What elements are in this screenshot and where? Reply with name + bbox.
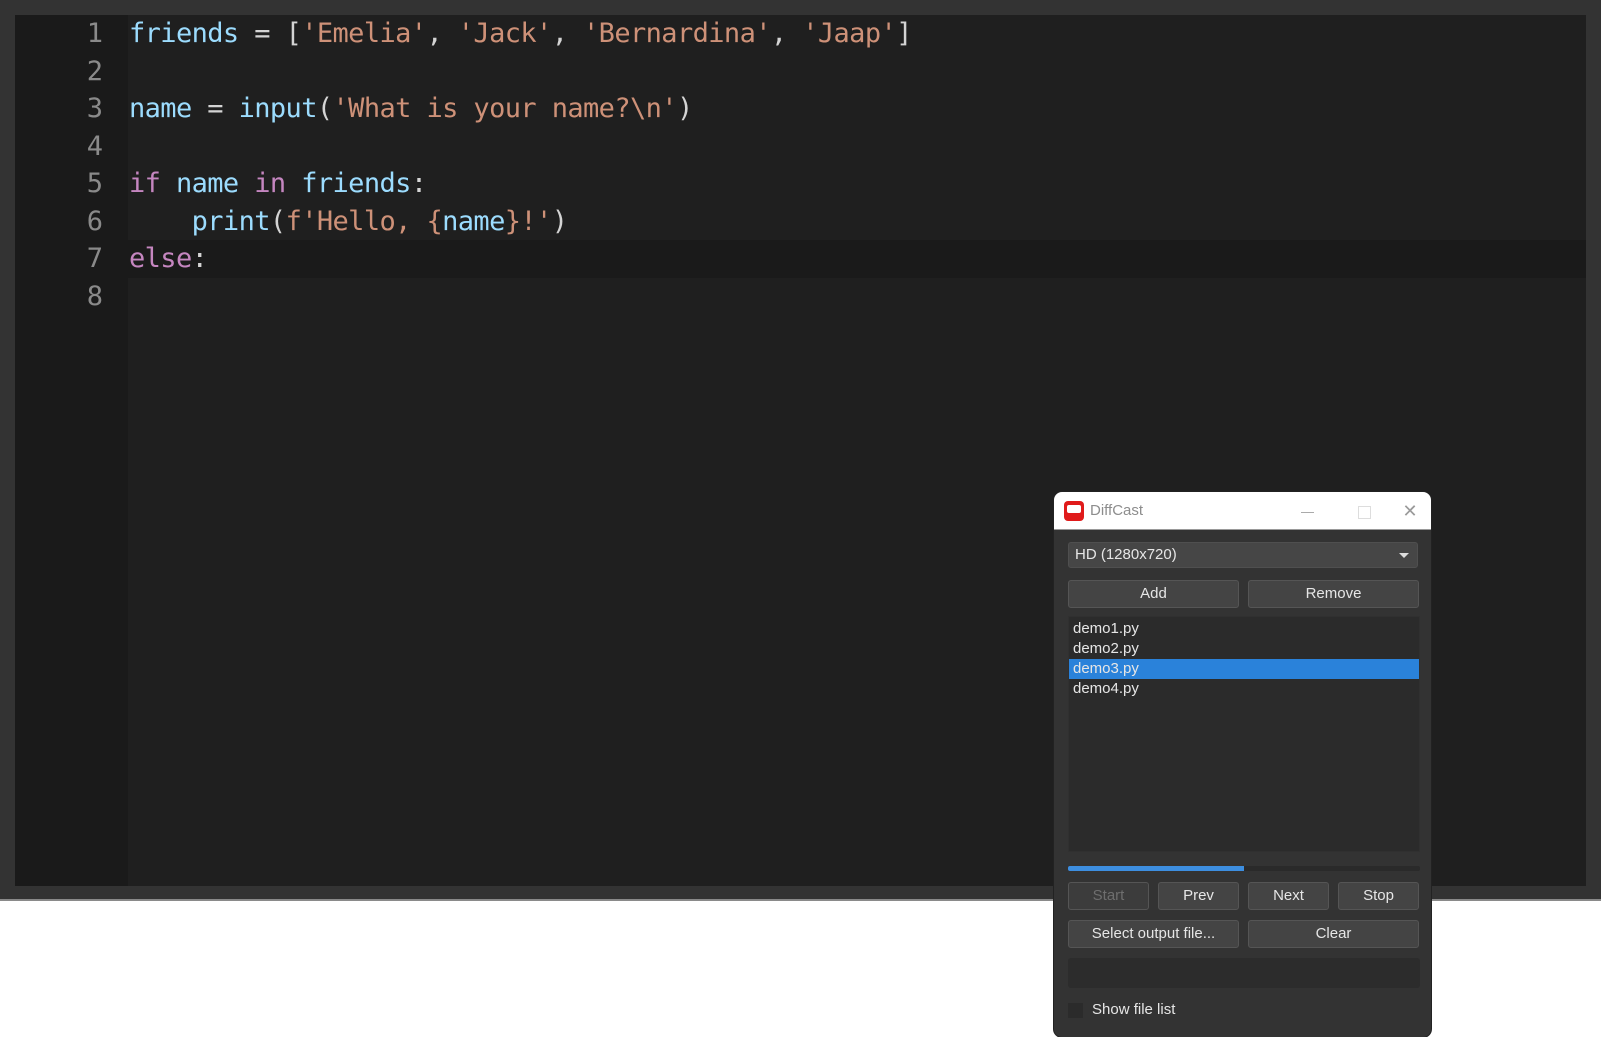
output-path-field[interactable] (1068, 958, 1420, 988)
minimize-icon (1300, 511, 1314, 513)
code-token: !' (520, 205, 552, 237)
file-list[interactable]: demo1.py demo2.py demo3.py demo4.py (1068, 616, 1420, 852)
code-token: = (238, 18, 286, 49)
file-list-item[interactable]: demo2.py (1069, 639, 1419, 659)
code-token: name (442, 205, 505, 237)
file-list-item[interactable]: demo3.py (1069, 659, 1419, 679)
code-token: else (129, 243, 192, 274)
code-token: friends (129, 18, 239, 49)
code-token: , (426, 18, 458, 49)
resolution-select-value: HD (1280x720) (1075, 546, 1177, 563)
stop-button[interactable]: Stop (1338, 882, 1419, 910)
progress-fill (1068, 866, 1244, 871)
code-token: , (551, 18, 584, 49)
code-token: f'Hello, (285, 205, 427, 237)
code-line[interactable]: 5 if name in friends: (15, 165, 1586, 203)
code-token: friends (301, 168, 411, 199)
code-text: print(f'Hello, {name}!') (129, 203, 568, 241)
code-text: name = input('What is your name?\n') (129, 90, 693, 128)
code-line[interactable]: 6 print(f'Hello, {name}!') (15, 203, 1586, 241)
code-line[interactable]: 4 (15, 128, 1586, 166)
code-token: name (175, 168, 239, 199)
code-token: } (504, 205, 521, 237)
code-text: if name in friends: (129, 165, 427, 203)
add-button[interactable]: Add (1068, 580, 1239, 608)
code-token: [ (285, 18, 302, 49)
code-line[interactable]: 2 (15, 53, 1586, 91)
file-list-item[interactable]: demo1.py (1069, 619, 1419, 639)
code-text: else: (129, 240, 208, 278)
resolution-select[interactable]: HD (1280x720) (1068, 542, 1418, 568)
prev-button[interactable]: Prev (1158, 882, 1239, 910)
clear-button[interactable]: Clear (1248, 920, 1419, 948)
maximize-icon (1357, 505, 1371, 519)
line-number: 8 (86, 280, 103, 312)
code-line[interactable]: 8 (15, 278, 1586, 316)
line-number: 1 (86, 18, 103, 49)
remove-button[interactable]: Remove (1248, 580, 1419, 608)
show-file-list-checkbox[interactable] (1067, 1002, 1084, 1019)
close-icon: ✕ (1402, 501, 1418, 521)
code-token: 'Jaap' (802, 18, 897, 49)
code-line[interactable]: 7 else: (15, 240, 1586, 278)
minimize-button[interactable] (1284, 492, 1330, 530)
code-text: friends = ['Emelia', 'Jack', 'Bernardina… (129, 15, 912, 53)
code-token: { (426, 205, 443, 237)
code-token: : (410, 168, 427, 199)
code-token: input (238, 93, 318, 124)
code-token: 'What is your name?\n' (332, 93, 678, 124)
code-token: if (129, 168, 161, 199)
code-token: 'Emelia' (301, 18, 427, 49)
line-number: 7 (86, 243, 103, 274)
progress-bar (1068, 866, 1420, 871)
window-title: DiffCast (1090, 502, 1144, 519)
code-token: print (191, 205, 271, 237)
title-bar[interactable]: DiffCast ✕ (1054, 492, 1431, 530)
code-token: : (191, 243, 208, 274)
line-number: 3 (86, 93, 103, 124)
code-token: , (770, 18, 803, 49)
code-token: ) (551, 205, 568, 237)
line-number: 2 (86, 55, 103, 87)
next-button[interactable]: Next (1248, 882, 1329, 910)
code-token: name (129, 93, 192, 124)
diffcast-window: DiffCast ✕ HD (1280x720) Add Remove demo… (1054, 492, 1431, 1037)
close-button[interactable]: ✕ (1387, 492, 1431, 530)
code-token: ) (676, 93, 693, 124)
show-file-list-label[interactable]: Show file list (1092, 1000, 1175, 1020)
line-number: 4 (86, 130, 103, 162)
code-token: = (191, 93, 239, 124)
code-token: in (254, 168, 286, 199)
code-line[interactable]: 1 friends = ['Emelia', 'Jack', 'Bernardin… (15, 15, 1586, 53)
chevron-down-icon (1399, 553, 1409, 558)
code-token: 'Jack' (457, 18, 553, 49)
code-token: ( (316, 93, 333, 124)
line-number: 6 (86, 205, 103, 237)
code-token: ] (896, 18, 912, 49)
code-line[interactable]: 3 name = input('What is your name?\n') (15, 90, 1586, 128)
file-list-item[interactable]: demo4.py (1069, 679, 1419, 699)
code-token: 'Bernardina' (583, 18, 771, 49)
start-button[interactable]: Start (1068, 882, 1149, 910)
code-token: ( (269, 205, 286, 237)
line-number: 5 (86, 168, 103, 199)
diffcast-app-icon (1064, 501, 1084, 521)
select-output-file-button[interactable]: Select output file... (1068, 920, 1239, 948)
maximize-button[interactable] (1341, 492, 1387, 530)
